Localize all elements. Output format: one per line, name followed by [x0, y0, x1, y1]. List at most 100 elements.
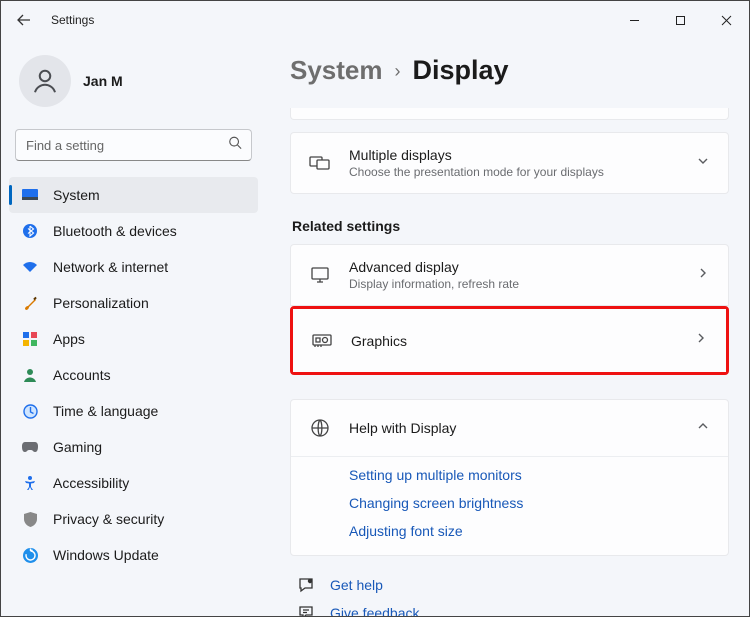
- nav-system[interactable]: System: [9, 177, 258, 213]
- brush-icon: [21, 294, 39, 312]
- graphics-card[interactable]: Graphics: [293, 309, 726, 372]
- feedback-icon: [296, 604, 316, 616]
- titlebar-left: Settings: [7, 3, 94, 37]
- nav-windows-update[interactable]: Windows Update: [9, 537, 258, 573]
- get-help-link[interactable]: ? Get help: [296, 576, 729, 594]
- accounts-icon: [21, 366, 39, 384]
- card-body: Advanced display Display information, re…: [349, 259, 678, 291]
- help-card: Help with Display Setting up multiple mo…: [290, 399, 729, 556]
- card-title: Advanced display: [349, 259, 678, 275]
- nav-bluetooth[interactable]: Bluetooth & devices: [9, 213, 258, 249]
- nav-accounts[interactable]: Accounts: [9, 357, 258, 393]
- app-title: Settings: [51, 13, 94, 27]
- go-button[interactable]: [694, 331, 708, 350]
- expand-button[interactable]: [696, 154, 710, 173]
- nav: System Bluetooth & devices Network & int…: [1, 175, 266, 573]
- multiple-displays-card[interactable]: Multiple displays Choose the presentatio…: [290, 132, 729, 194]
- apps-icon: [21, 330, 39, 348]
- nav-label: Accounts: [53, 367, 111, 383]
- nav-time-language[interactable]: Time & language: [9, 393, 258, 429]
- sidebar: Jan M System Bluetooth & devices: [1, 39, 266, 616]
- help-header[interactable]: Help with Display: [291, 400, 728, 457]
- close-icon: [721, 15, 732, 26]
- search-icon: [228, 136, 242, 155]
- graphics-highlight: Graphics: [290, 306, 729, 375]
- help-link-font[interactable]: Adjusting font size: [349, 523, 720, 539]
- minimize-button[interactable]: [611, 4, 657, 36]
- globe-clock-icon: [21, 402, 39, 420]
- card-body: Graphics: [351, 333, 676, 349]
- help-link-brightness[interactable]: Changing screen brightness: [349, 495, 720, 511]
- avatar: [19, 55, 71, 107]
- window-controls: [611, 4, 749, 36]
- svg-text:?: ?: [309, 580, 311, 584]
- help-title: Help with Display: [349, 420, 678, 436]
- system-icon: [21, 186, 39, 204]
- nav-network[interactable]: Network & internet: [9, 249, 258, 285]
- chevron-right-icon: [694, 331, 708, 345]
- search-input[interactable]: [15, 129, 252, 161]
- nav-apps[interactable]: Apps: [9, 321, 258, 357]
- profile-name: Jan M: [83, 73, 123, 89]
- nav-label: Windows Update: [53, 547, 159, 563]
- bluetooth-icon: [21, 222, 39, 240]
- displays-icon: [309, 154, 331, 172]
- help-chat-icon: ?: [296, 576, 316, 594]
- nav-label: Time & language: [53, 403, 158, 419]
- card-sub: Choose the presentation mode for your di…: [349, 165, 678, 179]
- person-icon: [30, 66, 60, 96]
- search-wrap: [15, 129, 252, 161]
- update-icon: [21, 546, 39, 564]
- nav-gaming[interactable]: Gaming: [9, 429, 258, 465]
- nav-accessibility[interactable]: Accessibility: [9, 465, 258, 501]
- breadcrumb-current: Display: [413, 55, 509, 86]
- chevron-down-icon: [696, 154, 710, 168]
- nav-label: Apps: [53, 331, 85, 347]
- breadcrumb: System › Display: [290, 55, 729, 86]
- back-button[interactable]: [7, 3, 41, 37]
- card-title: Graphics: [351, 333, 676, 349]
- titlebar: Settings: [1, 1, 749, 39]
- maximize-icon: [675, 15, 686, 26]
- profile[interactable]: Jan M: [1, 45, 266, 125]
- nav-label: Privacy & security: [53, 511, 164, 527]
- shield-icon: [21, 510, 39, 528]
- breadcrumb-sep-icon: ›: [395, 61, 401, 82]
- nav-label: Gaming: [53, 439, 102, 455]
- globe-help-icon: [309, 418, 331, 438]
- gamepad-icon: [21, 438, 39, 456]
- card-sub: Display information, refresh rate: [349, 277, 678, 291]
- nav-personalization[interactable]: Personalization: [9, 285, 258, 321]
- related-settings-label: Related settings: [292, 218, 729, 234]
- minimize-icon: [629, 15, 640, 26]
- nav-label: Bluetooth & devices: [53, 223, 177, 239]
- breadcrumb-parent[interactable]: System: [290, 55, 383, 86]
- settings-window: { "app": { "title": "Settings" }, "profi…: [0, 0, 750, 617]
- truncated-card: [290, 108, 729, 120]
- nav-label: Accessibility: [53, 475, 129, 491]
- nav-label: Personalization: [53, 295, 149, 311]
- monitor-icon: [309, 266, 331, 284]
- collapse-button[interactable]: [696, 419, 710, 438]
- body: Jan M System Bluetooth & devices: [1, 39, 749, 616]
- card-title: Multiple displays: [349, 147, 678, 163]
- chevron-right-icon: [696, 266, 710, 280]
- back-arrow-icon: [16, 12, 32, 28]
- close-button[interactable]: [703, 4, 749, 36]
- accessibility-icon: [21, 474, 39, 492]
- help-link-monitors[interactable]: Setting up multiple monitors: [349, 467, 720, 483]
- maximize-button[interactable]: [657, 4, 703, 36]
- chevron-up-icon: [696, 419, 710, 433]
- gpu-icon: [311, 333, 333, 349]
- advanced-display-card[interactable]: Advanced display Display information, re…: [290, 244, 729, 306]
- wifi-icon: [21, 258, 39, 276]
- nav-label: System: [53, 187, 100, 203]
- give-feedback-link[interactable]: Give feedback: [296, 604, 729, 616]
- footer-links: ? Get help Give feedback: [290, 576, 729, 616]
- help-links: Setting up multiple monitors Changing sc…: [291, 457, 728, 555]
- go-button[interactable]: [696, 266, 710, 285]
- nav-privacy[interactable]: Privacy & security: [9, 501, 258, 537]
- content: System › Display Multiple displays Choos…: [266, 39, 749, 616]
- footer-label: Give feedback: [330, 605, 420, 616]
- card-body: Multiple displays Choose the presentatio…: [349, 147, 678, 179]
